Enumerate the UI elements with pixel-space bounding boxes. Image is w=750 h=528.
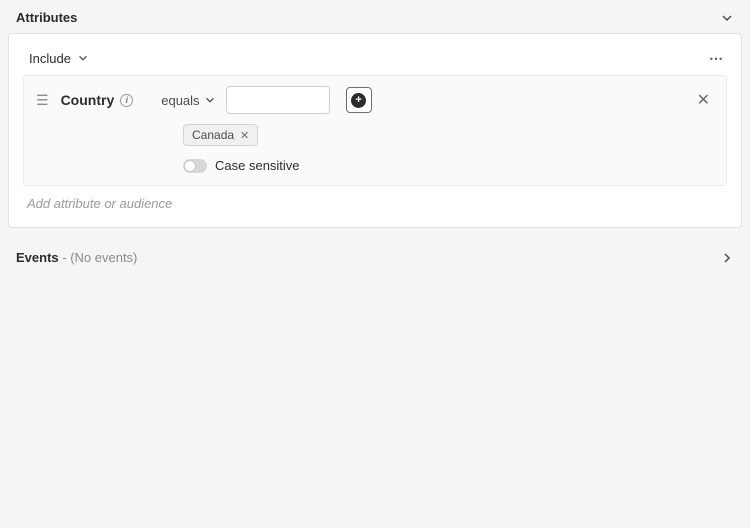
attribute-name-label: Country	[61, 92, 115, 108]
close-icon[interactable]: ✕	[693, 90, 714, 110]
operator-label: equals	[161, 93, 199, 108]
case-sensitive-label: Case sensitive	[215, 158, 300, 173]
value-tag-label: Canada	[192, 128, 234, 142]
operator-dropdown[interactable]: equals	[161, 93, 215, 108]
rule-container: ☰ Country i equals + ✕ Canada ✕	[23, 75, 727, 186]
value-input[interactable]	[226, 86, 330, 114]
attributes-panel-title: Attributes	[16, 10, 77, 25]
add-attribute-link[interactable]: Add attribute or audience	[23, 186, 727, 215]
drag-handle-icon[interactable]: ☰	[34, 92, 51, 109]
more-icon[interactable]: ⋯	[709, 50, 725, 67]
events-panel-subtitle: - (No events)	[59, 250, 138, 265]
case-sensitive-toggle[interactable]	[183, 159, 207, 173]
info-icon[interactable]: i	[120, 94, 133, 107]
chevron-down-icon[interactable]	[720, 11, 734, 25]
events-panel-title: Events	[16, 250, 59, 265]
toggle-knob	[184, 160, 196, 172]
chevron-down-icon[interactable]	[77, 52, 91, 66]
events-panel-title-wrap: Events - (No events)	[16, 250, 137, 265]
add-value-button[interactable]: +	[346, 87, 372, 113]
plus-icon: +	[351, 93, 366, 108]
include-dropdown-label: Include	[29, 51, 71, 66]
attribute-name: Country i	[61, 92, 134, 108]
remove-tag-icon[interactable]: ✕	[240, 129, 249, 142]
chevron-right-icon[interactable]	[720, 251, 734, 265]
include-group-card: Include ⋯ ☰ Country i equals + ✕	[8, 33, 742, 228]
value-tag: Canada ✕	[183, 124, 258, 146]
